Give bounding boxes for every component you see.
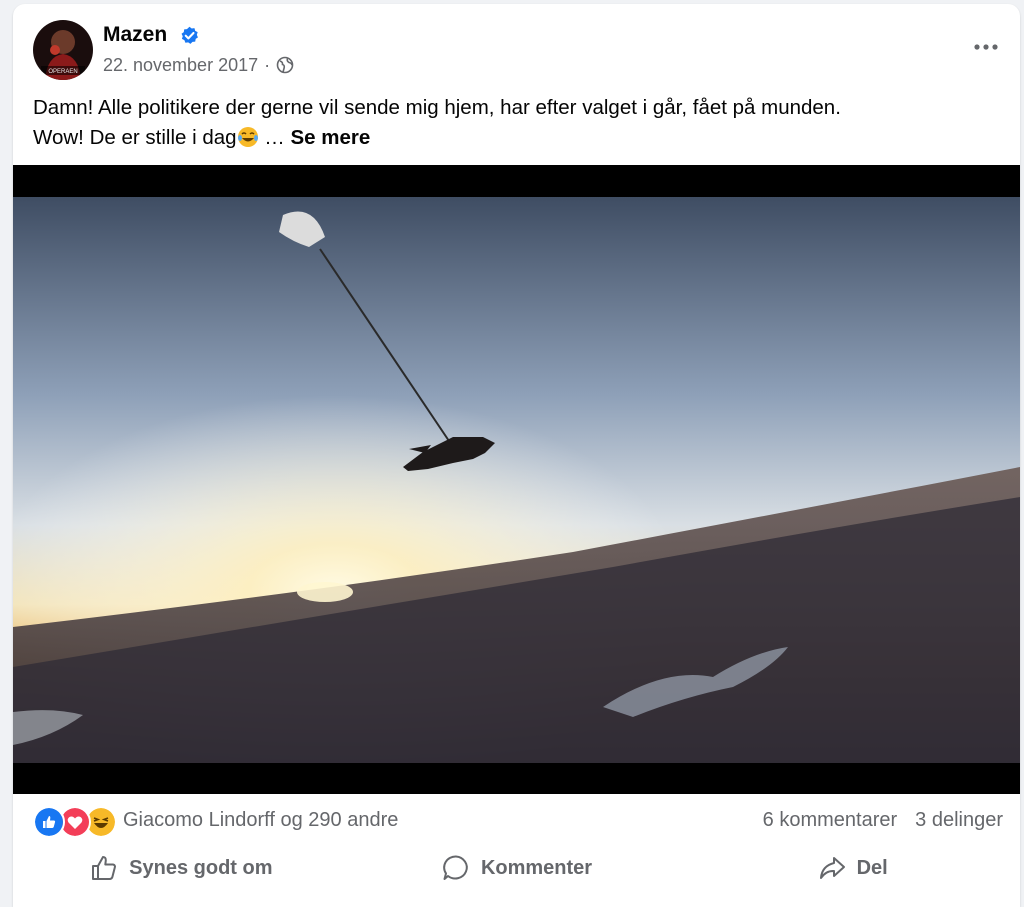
- globe-icon: [276, 56, 294, 74]
- post-card: OPERAEN Mazen 22. november 2017 · Damn! …: [13, 4, 1020, 907]
- post-text-line2: Wow! De er stille i dag: [33, 126, 237, 149]
- comment-bubble-icon: [443, 855, 468, 880]
- avatar-caption: OPERAEN: [48, 69, 77, 75]
- author-avatar[interactable]: OPERAEN: [33, 20, 93, 80]
- more-options-button[interactable]: [968, 32, 1004, 62]
- comment-button[interactable]: Kommenter: [349, 844, 685, 892]
- author-name[interactable]: Mazen: [103, 22, 167, 48]
- post-video[interactable]: [13, 165, 1020, 794]
- like-icon: [33, 806, 65, 838]
- action-bar: Synes godt om Kommenter Del: [13, 844, 1020, 892]
- meta-separator: ·: [264, 55, 271, 75]
- post-text: Damn! Alle politikere der gerne vil send…: [33, 93, 993, 153]
- avatar-image: OPERAEN: [33, 20, 93, 80]
- shares-count[interactable]: 3 delinger: [915, 809, 1003, 832]
- post-date[interactable]: 22. november 2017: [103, 54, 258, 76]
- like-button[interactable]: Synes godt om: [13, 844, 349, 892]
- share-arrow-icon: [819, 857, 845, 879]
- more-dots-icon: [974, 44, 998, 50]
- skydiving-video-frame: [13, 197, 1020, 763]
- post-meta: 22. november 2017 ·: [103, 54, 294, 76]
- like-label: Synes godt om: [129, 856, 273, 879]
- comments-count[interactable]: 6 kommentarer: [763, 809, 898, 832]
- share-label: Del: [856, 856, 888, 879]
- reaction-icons[interactable]: [33, 806, 121, 838]
- reactions-bar: Giacomo Lindorff og 290 andre 6 kommenta…: [33, 804, 1003, 838]
- engagement-counts: 6 kommentarer 3 delinger: [763, 809, 1003, 832]
- thumbs-up-icon: [92, 856, 117, 880]
- comment-label: Kommenter: [480, 856, 593, 879]
- tears-of-joy-emoji-icon: [237, 127, 258, 147]
- reactions-summary[interactable]: Giacomo Lindorff og 290 andre: [123, 809, 398, 832]
- share-button[interactable]: Del: [684, 844, 1020, 892]
- post-text-line1: Damn! Alle politikere der gerne vil send…: [33, 96, 841, 119]
- verified-badge-icon: [181, 26, 198, 44]
- see-more-ellipsis: …: [258, 126, 291, 149]
- see-more-link[interactable]: Se mere: [290, 126, 370, 149]
